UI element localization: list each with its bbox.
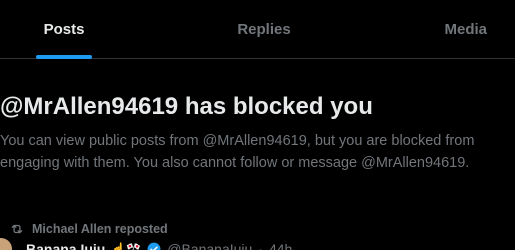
repost-label[interactable]: Michael Allen reposted <box>32 222 168 236</box>
post-author-handle[interactable]: @BananaIuiu <box>167 241 252 250</box>
blocked-message: You can view public posts from @MrAllen9… <box>0 133 475 171</box>
repost-icon <box>10 222 24 236</box>
tab-posts-label: Posts <box>43 21 85 38</box>
tab-media-label: Media <box>444 21 487 38</box>
tab-posts[interactable]: Posts <box>0 0 128 59</box>
author-emoji: ☝️🎌 <box>111 242 142 250</box>
repost-indicator: Michael Allen reposted <box>10 219 168 239</box>
verified-icon <box>147 242 161 250</box>
blocked-notice: @MrAllen94619 has blocked you You can vi… <box>0 90 515 174</box>
tab-media[interactable]: Media <box>400 0 515 59</box>
profile-page: Posts Replies Media @MrAllen94619 has bl… <box>0 0 515 250</box>
avatar[interactable] <box>0 238 12 250</box>
active-tab-indicator <box>36 55 92 59</box>
tab-replies-label: Replies <box>237 21 291 38</box>
blocked-title: @MrAllen94619 has blocked you <box>0 93 373 120</box>
post-header: Banana Iuiu ☝️🎌 @BananaIuiu · 44h <box>0 238 515 250</box>
post-timestamp[interactable]: 44h <box>269 241 292 250</box>
profile-tabs: Posts Replies Media <box>0 0 515 59</box>
separator-dot: · <box>258 241 263 250</box>
post-author-name[interactable]: Banana Iuiu <box>26 241 105 250</box>
tab-replies[interactable]: Replies <box>128 0 400 59</box>
